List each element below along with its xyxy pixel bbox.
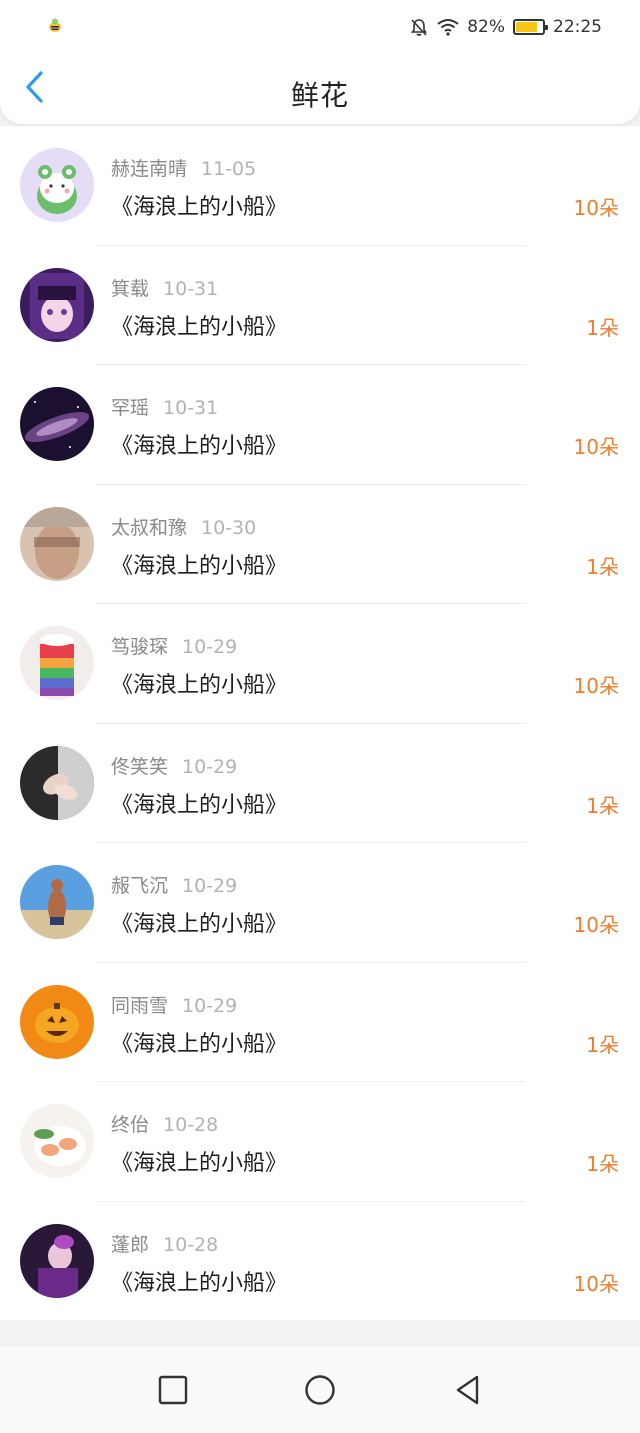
sender-name-text: 蓬郎 — [111, 1233, 150, 1256]
avatar[interactable] — [20, 745, 94, 820]
send-date: 11-05 — [201, 158, 257, 180]
work-title: 《海浪上的小船》 — [111, 553, 288, 579]
battery-icon — [513, 19, 548, 35]
flower-count: 10朵 — [573, 1271, 619, 1296]
flower-count: 1朵 — [586, 1152, 619, 1176]
sender-name-text: 太叔和豫 — [111, 516, 188, 539]
sender-name: 笃骏琛 10-29 — [111, 632, 237, 659]
list-item[interactable]: 太叔和豫 10-30 《海浪上的小船》 1朵 — [0, 485, 640, 604]
battery-percent: 82% — [467, 17, 505, 37]
flower-count: 10朵 — [573, 196, 619, 220]
work-title: 《海浪上的小船》 — [111, 314, 288, 340]
system-back-button[interactable] — [452, 1374, 484, 1406]
home-button[interactable] — [304, 1374, 336, 1406]
send-date: 10-28 — [163, 1114, 219, 1136]
list-item[interactable]: 笃骏琛 10-29 《海浪上的小船》 10朵 — [0, 604, 640, 724]
sender-name-text: 笃骏琛 — [111, 636, 169, 658]
sender-name: 终佁 10-28 — [111, 1110, 218, 1137]
send-date: 10-30 — [201, 516, 257, 539]
flower-count: 10朵 — [573, 674, 619, 698]
sender-name: 赫连南晴 11-05 — [111, 154, 256, 181]
triangle-back-icon — [452, 1374, 484, 1406]
avatar[interactable] — [20, 1104, 94, 1178]
work-title: 《海浪上的小船》 — [111, 1270, 288, 1296]
avatar[interactable] — [20, 865, 94, 939]
work-title: 《海浪上的小船》 — [111, 792, 288, 818]
list-item[interactable]: 同雨雪 10-29 《海浪上的小船》 1朵 — [0, 963, 640, 1082]
work-title: 《海浪上的小船》 — [111, 1151, 288, 1176]
sender-name: 佟笑笑 10-29 — [111, 752, 237, 779]
sender-name-text: 同雨雪 — [111, 994, 169, 1017]
flower-count: 1朵 — [586, 793, 619, 818]
work-title: 《海浪上的小船》 — [111, 434, 288, 459]
sender-name: 同雨雪 10-29 — [111, 991, 237, 1018]
status-time: 22:25 — [553, 17, 602, 37]
status-bar: 82% 22:25 — [0, 0, 640, 54]
list-item[interactable]: 罕瑶 10-31 《海浪上的小船》 10朵 — [0, 365, 640, 485]
send-date: 10-29 — [182, 875, 238, 897]
sender-name-text: 佟笑笑 — [111, 755, 169, 778]
avatar[interactable] — [20, 267, 94, 342]
sender-name-text: 赧飞沉 — [111, 875, 169, 897]
system-nav-bar — [0, 1346, 640, 1433]
sender-name: 太叔和豫 10-30 — [111, 513, 256, 540]
battery-level-fill — [516, 22, 538, 32]
send-date: 10-29 — [182, 636, 238, 658]
bell-muted-icon — [409, 17, 429, 37]
flower-count: 1朵 — [586, 554, 619, 579]
list-item[interactable]: 蓬郎 10-28 《海浪上的小船》 10朵 — [0, 1202, 640, 1322]
send-date: 10-31 — [163, 277, 219, 300]
work-title: 《海浪上的小船》 — [111, 912, 288, 937]
work-title: 《海浪上的小船》 — [111, 195, 288, 220]
send-date: 10-29 — [182, 994, 238, 1017]
flower-count: 10朵 — [573, 913, 619, 937]
square-recent-icon — [157, 1374, 189, 1406]
sender-name: 罕瑶 10-31 — [111, 393, 218, 420]
avatar[interactable] — [20, 1223, 94, 1298]
sender-name: 蓬郎 10-28 — [111, 1230, 218, 1257]
work-title: 《海浪上的小船》 — [111, 673, 288, 698]
sender-name-text: 箕载 — [111, 277, 150, 300]
flower-list: 赫连南晴 11-05 《海浪上的小船》 10朵 箕载 10-31 《海浪上的小船》 1朵 罕瑶 1… — [0, 126, 640, 1320]
sender-name-text: 罕瑶 — [111, 397, 150, 419]
sender-name-text: 终佁 — [111, 1114, 150, 1136]
list-item[interactable]: 赧飞沉 10-29 《海浪上的小船》 10朵 — [0, 843, 640, 963]
avatar[interactable] — [20, 387, 94, 461]
flower-count: 10朵 — [573, 435, 619, 459]
circle-home-icon — [304, 1374, 336, 1406]
sender-name: 箕载 10-31 — [111, 274, 218, 301]
avatar[interactable] — [20, 148, 94, 222]
send-date: 10-29 — [182, 755, 238, 778]
work-title: 《海浪上的小船》 — [111, 1031, 288, 1057]
flower-count: 1朵 — [586, 315, 619, 340]
sender-name: 赧飞沉 10-29 — [111, 871, 237, 898]
list-item[interactable]: 箕载 10-31 《海浪上的小船》 1朵 — [0, 246, 640, 365]
list-item[interactable]: 终佁 10-28 《海浪上的小船》 1朵 — [0, 1082, 640, 1202]
bee-notification-icon — [46, 17, 64, 35]
avatar[interactable] — [20, 626, 94, 700]
page-title: 鲜花 — [290, 79, 349, 112]
list-item[interactable]: 赫连南晴 11-05 《海浪上的小船》 10朵 — [0, 126, 640, 246]
list-item[interactable]: 佟笑笑 10-29 《海浪上的小船》 1朵 — [0, 724, 640, 843]
app-header: 鲜花 — [0, 54, 640, 124]
sender-name-text: 赫连南晴 — [111, 158, 188, 180]
send-date: 10-31 — [163, 397, 219, 419]
flower-count: 1朵 — [586, 1032, 619, 1057]
status-icons: 82% 22:25 — [409, 14, 602, 40]
avatar[interactable] — [20, 984, 94, 1059]
avatar[interactable] — [20, 506, 94, 581]
recent-apps-button[interactable] — [157, 1374, 189, 1406]
wifi-icon — [437, 18, 459, 36]
send-date: 10-28 — [163, 1233, 219, 1256]
